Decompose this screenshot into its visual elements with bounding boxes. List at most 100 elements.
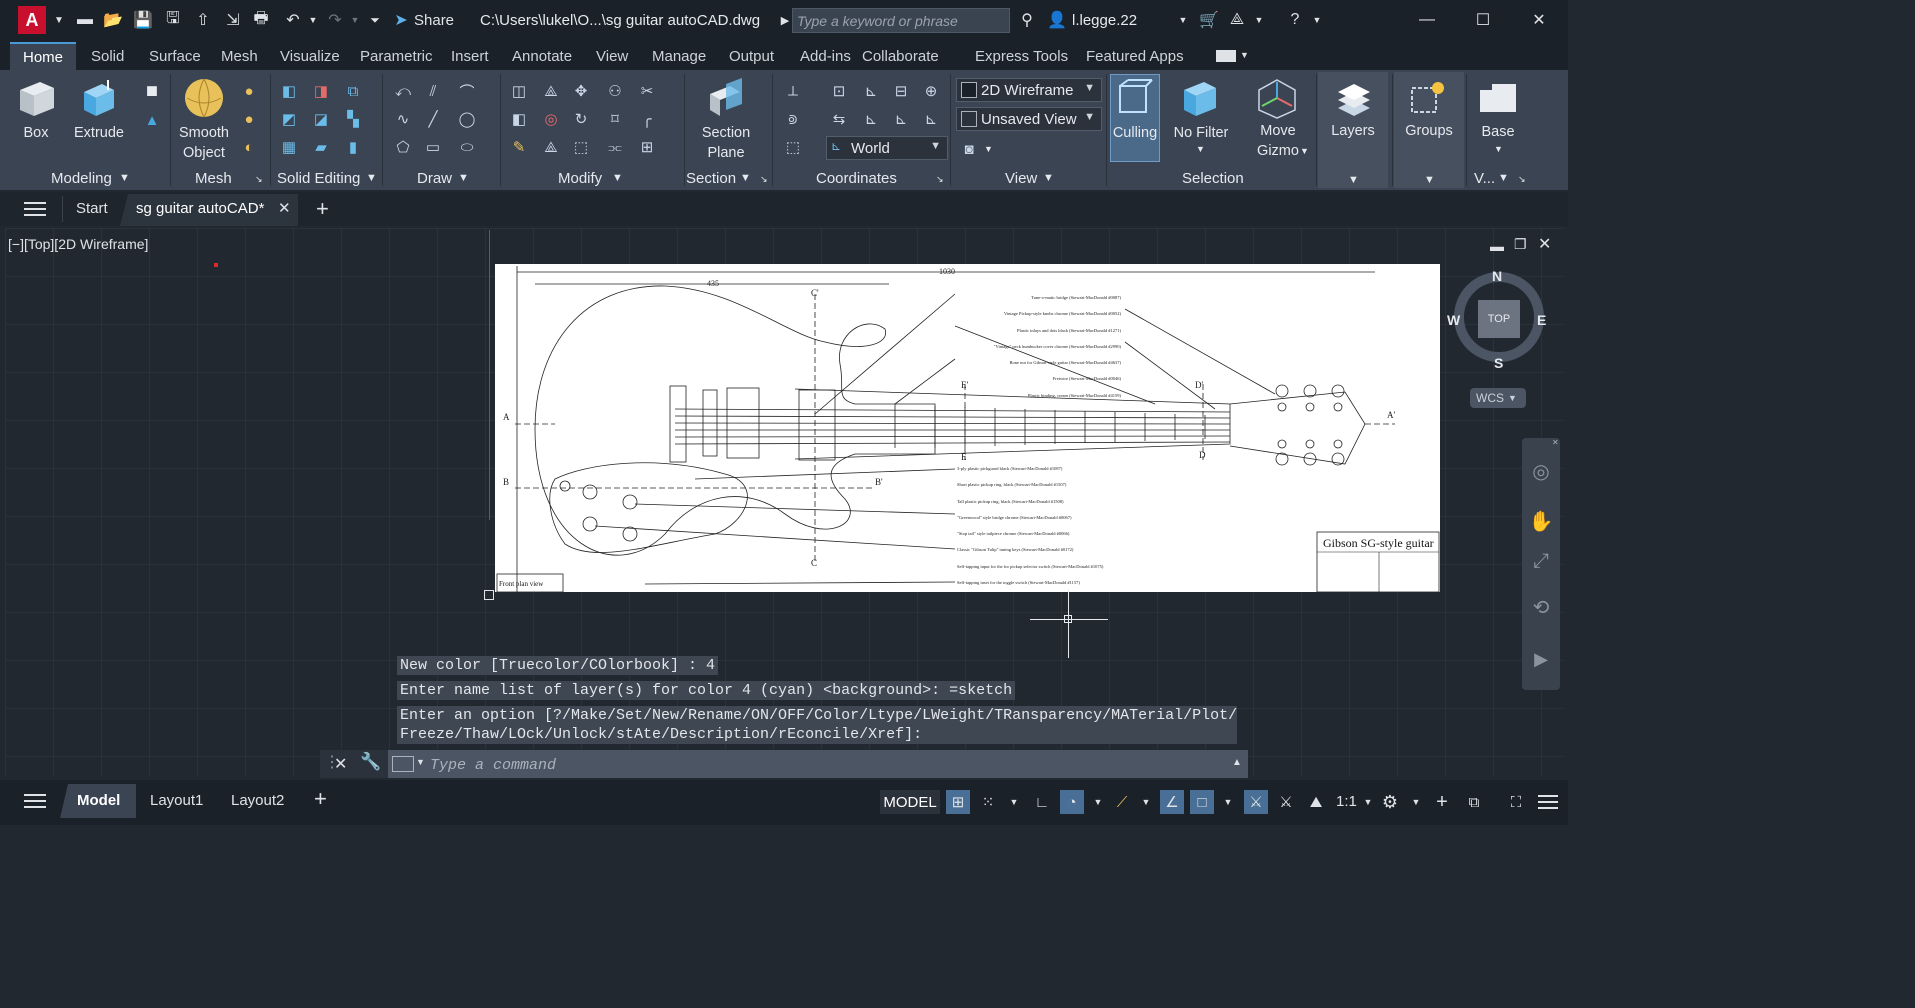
help-icon[interactable]: ? — [1284, 9, 1306, 31]
move-gizmo-label-2[interactable]: Gizmo — [1248, 141, 1308, 161]
new-file-icon[interactable]: ▬ — [74, 9, 96, 31]
layers-label[interactable]: Layers — [1318, 121, 1388, 141]
help-dropdown-icon[interactable]: ▼ — [1306, 9, 1328, 31]
move-gizmo-icon[interactable] — [1256, 78, 1298, 120]
command-history-expand-icon[interactable]: ▲ — [1232, 757, 1242, 768]
section-dropdown-icon[interactable]: ▼ — [740, 172, 751, 184]
viewport-config-icon[interactable]: ◙ — [958, 138, 980, 160]
annotation-scale-value[interactable]: 1:1 — [1336, 793, 1357, 810]
command-customize-wrench-icon[interactable]: 🔧 — [360, 752, 381, 772]
command-input-bar[interactable]: ▼ ▲ — [388, 750, 1248, 778]
autodesk-a360-icon[interactable]: ⟁ — [1226, 9, 1248, 31]
start-tab[interactable]: Start — [76, 200, 108, 217]
undo-dropdown-icon[interactable]: ▼ — [302, 9, 324, 31]
solid-editing-dropdown-icon[interactable]: ▼ — [366, 172, 377, 184]
cart-icon[interactable]: 🛒 — [1198, 9, 1220, 31]
group-draw[interactable]: Draw — [417, 170, 452, 187]
ucs-origin-icon[interactable]: ⊾ — [860, 80, 882, 102]
showmotion-icon[interactable]: ▶ — [1528, 646, 1554, 672]
group-view-truncated[interactable]: V... — [1474, 170, 1495, 187]
print-icon[interactable]: 🖶 — [250, 9, 272, 31]
separate-icon[interactable]: ▮ — [342, 136, 364, 158]
viewport-controls-label[interactable]: [−][Top][2D Wireframe] — [8, 236, 148, 252]
snap-dropdown-icon[interactable]: ▼ — [1002, 790, 1026, 814]
polar-dropdown-icon[interactable]: ▼ — [1086, 790, 1110, 814]
fillet-icon[interactable]: ╭ — [636, 108, 658, 130]
command-close-icon[interactable]: ✕ — [334, 754, 347, 774]
presspull-icon[interactable]: ◼ — [142, 80, 162, 100]
auto-scale-icon[interactable]: ⚔ — [1274, 790, 1298, 814]
section-plane-icon[interactable] — [704, 78, 746, 120]
tab-mesh[interactable]: Mesh — [221, 48, 258, 65]
viewport-config-dropdown-icon[interactable]: ▼ — [984, 144, 993, 154]
undo-icon[interactable]: ↶ — [282, 9, 304, 31]
ellipse-icon[interactable]: ⬭ — [456, 136, 478, 158]
tab-view[interactable]: View — [596, 48, 628, 65]
slice-icon[interactable]: ◪ — [310, 108, 332, 130]
viewcube-east[interactable]: E — [1537, 312, 1546, 328]
spline-icon[interactable]: ∿ — [392, 108, 414, 130]
box-icon[interactable] — [16, 78, 56, 118]
tab-express-tools[interactable]: Express Tools — [975, 48, 1068, 65]
save-icon[interactable]: 💾 — [132, 9, 154, 31]
intersect-icon[interactable]: ◩ — [278, 108, 300, 130]
user-icon[interactable]: 👤 — [1046, 9, 1068, 31]
polysolid-icon[interactable]: ▲ — [142, 110, 162, 130]
ucs-world-icon[interactable]: ⊕ — [920, 80, 942, 102]
customize-toolbar-icon[interactable]: ⏷ — [364, 9, 386, 31]
move-icon[interactable]: ✥ — [570, 80, 592, 102]
ucs-dropdown[interactable]: ⊾ World ▼ — [826, 136, 948, 160]
base-label[interactable]: Base — [1474, 122, 1522, 142]
smooth-object-label-1[interactable]: Smooth — [174, 123, 234, 143]
viewport-close-icon[interactable]: ✕ — [1538, 234, 1551, 254]
tab-annotate[interactable]: Annotate — [512, 48, 572, 65]
erase-icon[interactable]: ✎ — [508, 136, 530, 158]
named-view-dropdown[interactable]: Unsaved View ▼ — [956, 107, 1102, 131]
cloud-save-icon[interactable]: ⇧ — [192, 9, 214, 31]
import-icon[interactable]: ⇲ — [222, 9, 244, 31]
redo-icon[interactable]: ↷ — [324, 9, 346, 31]
smooth-object-label-2[interactable]: Object — [174, 143, 234, 163]
arc-icon[interactable]: ⌒ — [456, 80, 478, 102]
isometric-drafting-icon[interactable]: ⟋ — [1110, 790, 1134, 814]
search-input[interactable] — [793, 9, 1009, 33]
grid-display-icon[interactable]: ⊞ — [946, 790, 970, 814]
layout2-tab[interactable]: Layout2 — [231, 792, 284, 809]
guitar-drawing-sheet[interactable]: 1030 435 Gibson SG-style guitar Front pl… — [495, 264, 1440, 592]
groups-label[interactable]: Groups — [1394, 121, 1464, 141]
move-gizmo-label-1[interactable]: Move — [1248, 121, 1308, 141]
model-tab[interactable]: Model — [77, 792, 120, 809]
iso-dropdown-icon[interactable]: ▼ — [1134, 790, 1158, 814]
line-icon[interactable]: ╱ — [422, 108, 444, 130]
extract-edges-icon[interactable]: ▚ — [342, 108, 364, 130]
ucs-named-icon[interactable]: ⊡ — [828, 80, 850, 102]
osnap-dropdown-icon[interactable]: ▼ — [1216, 790, 1240, 814]
mesh-smooth-less-icon[interactable]: ● — [238, 108, 260, 130]
share-icon[interactable]: ➤ — [390, 9, 412, 31]
section-plane-label-1[interactable]: Section — [694, 123, 758, 143]
shell-icon[interactable]: ▰ — [310, 136, 332, 158]
tab-surface[interactable]: Surface — [149, 48, 201, 65]
ucs-previous-icon[interactable]: ⇆ — [828, 108, 850, 130]
layout1-tab[interactable]: Layout1 — [150, 792, 203, 809]
minimize-icon[interactable]: — — [1416, 9, 1438, 31]
customization-menu-icon[interactable] — [1538, 794, 1558, 810]
tab-insert[interactable]: Insert — [451, 48, 489, 65]
a360-dropdown-icon[interactable]: ▼ — [1248, 9, 1270, 31]
extrude-icon[interactable] — [78, 78, 118, 118]
draw-dropdown-icon[interactable]: ▼ — [458, 172, 469, 184]
user-name[interactable]: l.legge.22 — [1072, 12, 1137, 29]
tab-manage[interactable]: Manage — [652, 48, 706, 65]
annotation-visibility-icon[interactable]: ⚔ — [1244, 790, 1268, 814]
group-solid-editing[interactable]: Solid Editing — [277, 170, 360, 187]
visual-style-dropdown[interactable]: 2D Wireframe ▼ — [956, 78, 1102, 102]
viewport-minimize-icon[interactable]: ▬ — [1490, 238, 1504, 254]
search-box[interactable] — [792, 8, 1010, 33]
search-icon[interactable]: ⚲ — [1016, 9, 1038, 31]
ucs-object-icon[interactable]: ⟄ — [782, 108, 804, 130]
navbar-close-icon[interactable]: ✕ — [1552, 438, 1560, 447]
scale-dropdown-icon[interactable]: ▼ — [1356, 790, 1380, 814]
no-filter-icon[interactable] — [1180, 78, 1220, 120]
trim-icon[interactable]: ✂ — [636, 80, 658, 102]
rectangle-icon[interactable]: ▭ — [422, 136, 444, 158]
